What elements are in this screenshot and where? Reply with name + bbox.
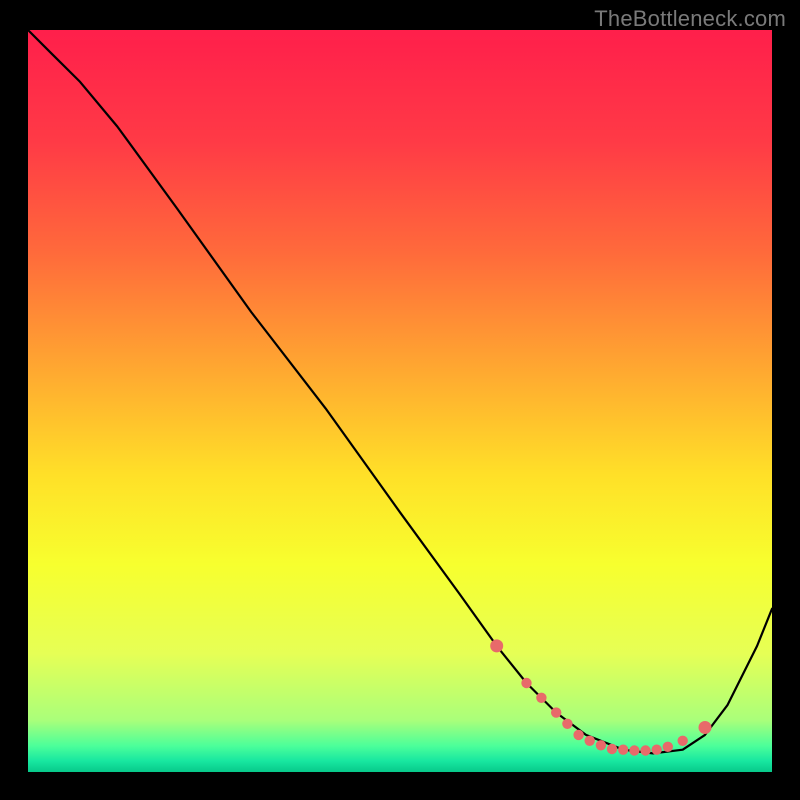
optimal-range-dot <box>562 719 572 729</box>
optimal-range-dot <box>607 744 617 754</box>
optimal-range-dot <box>618 745 628 755</box>
bottleneck-chart <box>0 0 800 800</box>
optimal-range-dot <box>652 745 662 755</box>
optimal-range-dot <box>678 736 688 746</box>
optimal-range-dot <box>663 742 673 752</box>
optimal-range-dot <box>699 721 712 734</box>
chart-container: TheBottleneck.com <box>0 0 800 800</box>
optimal-range-dot <box>490 639 503 652</box>
optimal-range-dot <box>551 707 561 717</box>
optimal-range-dot <box>536 693 546 703</box>
optimal-range-dot <box>640 745 650 755</box>
optimal-range-dot <box>573 730 583 740</box>
optimal-range-dot <box>629 745 639 755</box>
optimal-range-dot <box>521 678 531 688</box>
optimal-range-dot <box>585 736 595 746</box>
optimal-range-dot <box>596 740 606 750</box>
gradient-background <box>28 30 772 772</box>
